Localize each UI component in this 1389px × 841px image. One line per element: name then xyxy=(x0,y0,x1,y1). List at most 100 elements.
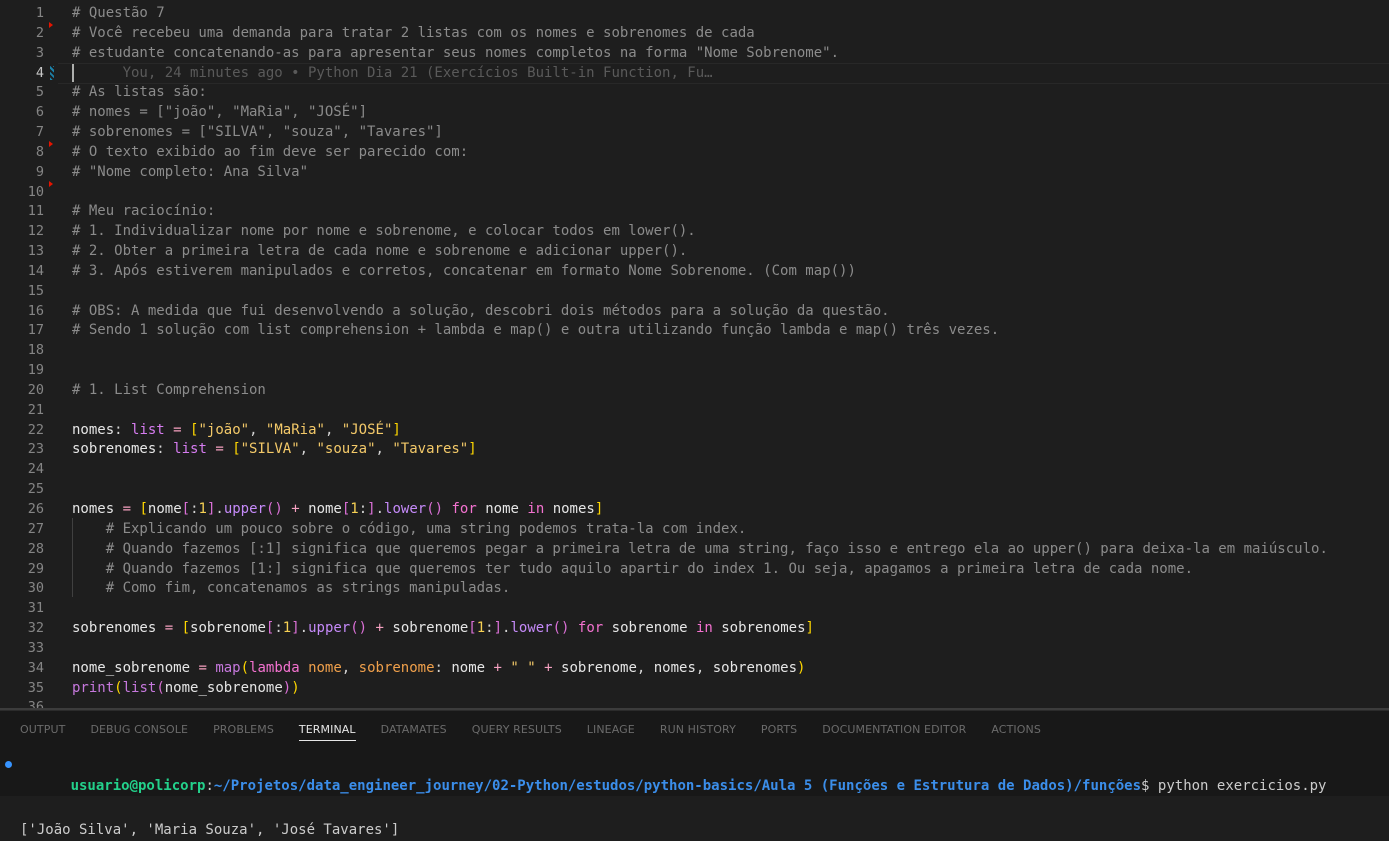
code-line[interactable]: 30 # Como fim, concatenamos as strings m… xyxy=(0,579,1389,599)
code-text[interactable]: # As listas são: xyxy=(72,83,207,103)
code-token: ) xyxy=(282,679,292,696)
code-line[interactable]: 17 # Sendo 1 solução com list comprehensi… xyxy=(0,321,1389,341)
code-text[interactable]: nomes = [nome[:1].upper() + nome[1:].low… xyxy=(72,500,603,520)
code-line[interactable]: 15 xyxy=(0,282,1389,302)
line-number: 8 xyxy=(35,143,44,160)
tab-actions[interactable]: ACTIONS xyxy=(991,723,1041,741)
code-token: sobrenomes xyxy=(72,620,157,637)
code-line[interactable]: 8 # O texto exibido ao fim deve ser parec… xyxy=(0,143,1389,163)
code-text[interactable]: # 2. Obter a primeira letra de cada nome… xyxy=(72,242,687,262)
code-line[interactable]: 20 # 1. List Comprehension xyxy=(0,381,1389,401)
code-line[interactable]: 6 # nomes = ["joão", "MaRia", "JOSÉ"] xyxy=(0,103,1389,123)
code-line[interactable]: 24 xyxy=(0,460,1389,480)
code-text[interactable]: # sobrenomes = ["SILVA", "souza", "Tavar… xyxy=(72,123,443,143)
tab-output[interactable]: OUTPUT xyxy=(20,723,65,741)
code-line[interactable]: 3 # estudante concatenando-as para aprese… xyxy=(0,44,1389,64)
code-token: "joão" xyxy=(198,421,250,438)
line-number: 11 xyxy=(27,203,44,220)
code-token: sobrenome xyxy=(358,659,435,676)
code-line[interactable]: 33 xyxy=(0,639,1389,659)
code-text[interactable]: # nomes = ["joão", "MaRia", "JOSÉ"] xyxy=(72,103,367,123)
tab-debug-console[interactable]: DEBUG CONSOLE xyxy=(90,723,188,741)
code-token: "Tavares" xyxy=(392,441,469,458)
code-line[interactable]: 14 # 3. Após estiverem manipulados e corr… xyxy=(0,262,1389,282)
code-token: # "Nome completo: Ana Silva" xyxy=(72,163,309,180)
tab-run-history[interactable]: RUN HISTORY xyxy=(660,723,736,741)
command-status-dot-icon[interactable] xyxy=(5,761,12,768)
code-text[interactable]: nome_sobrenome = map(lambda nome, sobren… xyxy=(72,659,805,679)
code-token: , xyxy=(249,421,266,438)
code-line[interactable]: 19 xyxy=(0,361,1389,381)
code-text[interactable]: # Quando fazemos [:1] significa que quer… xyxy=(72,540,1328,560)
code-text[interactable]: nomes: list = ["joão", "MaRia", "JOSÉ"] xyxy=(72,421,401,441)
code-text[interactable]: # 3. Após estiverem manipulados e corret… xyxy=(72,262,856,282)
code-text[interactable]: # OBS: A medida que fui desenvolvendo a … xyxy=(72,302,890,322)
line-number: 13 xyxy=(27,243,44,260)
code-text[interactable]: You, 24 minutes ago • Python Dia 21 (Exe… xyxy=(72,64,713,84)
code-line[interactable]: 23 sobrenomes: list = ["SILVA", "souza", … xyxy=(0,440,1389,460)
code-line[interactable]: 16 # OBS: A medida que fui desenvolvendo … xyxy=(0,302,1389,322)
code-text[interactable]: # Como fim, concatenamos as strings mani… xyxy=(72,579,511,599)
code-text[interactable]: # "Nome completo: Ana Silva" xyxy=(72,163,308,183)
terminal[interactable]: usuario@policorp:~/Projetos/data_enginee… xyxy=(0,753,1389,841)
code-line[interactable]: 35 print(list(nome_sobrenome)) xyxy=(0,679,1389,699)
code-text[interactable]: print(list(nome_sobrenome)) xyxy=(72,679,300,699)
tab-ports[interactable]: PORTS xyxy=(761,723,797,741)
code-line[interactable]: 7 # sobrenomes = ["SILVA", "souza", "Tava… xyxy=(0,123,1389,143)
code-line[interactable]: 31 xyxy=(0,599,1389,619)
code-line[interactable]: 5 # As listas são: xyxy=(0,83,1389,103)
code-line[interactable]: 18 xyxy=(0,341,1389,361)
code-line[interactable]: 27 # Explicando um pouco sobre o código,… xyxy=(0,520,1389,540)
code-text[interactable]: # Quando fazemos [1:] significa que quer… xyxy=(72,560,1193,580)
code-line[interactable]: 2 # Você recebeu uma demanda para tratar … xyxy=(0,24,1389,44)
code-token: # 2. Obter a primeira letra de cada nome… xyxy=(72,243,688,260)
code-text[interactable]: # 1. List Comprehension xyxy=(72,381,266,401)
code-text[interactable]: # Sendo 1 solução com list comprehension… xyxy=(72,321,999,341)
code-token: ( xyxy=(240,659,250,676)
code-text[interactable]: # 1. Individualizar nome por nome e sobr… xyxy=(72,222,696,242)
code-token: "MaRia" xyxy=(265,421,325,438)
tab-datamates[interactable]: DATAMATES xyxy=(381,723,447,741)
tab-terminal[interactable]: TERMINAL xyxy=(298,723,356,741)
code-text[interactable]: # Questão 7 xyxy=(72,4,165,24)
line-number: 4 xyxy=(35,64,44,81)
code-line[interactable]: 12 # 1. Individualizar nome por nome e so… xyxy=(0,222,1389,242)
code-editor[interactable]: 1 # Questão 7 2 # Você recebeu uma demanda … xyxy=(0,0,1389,708)
code-line[interactable]: 11 # Meu raciocínio: xyxy=(0,202,1389,222)
code-line[interactable]: 34 nome_sobrenome = map(lambda nome, sobr… xyxy=(0,659,1389,679)
code-line[interactable]: 29 # Quando fazemos [1:] significa que q… xyxy=(0,560,1389,580)
terminal-user-host: usuario@policorp xyxy=(70,778,206,794)
code-text[interactable]: sobrenomes = [sobrenome[:1].upper() + so… xyxy=(72,619,814,639)
code-line[interactable]: 36 xyxy=(0,698,1389,708)
code-token: for xyxy=(577,620,604,637)
code-token: # Explicando um pouco sobre o código, um… xyxy=(72,520,747,537)
code-line[interactable]: 25 xyxy=(0,480,1389,500)
code-text[interactable]: # Você recebeu uma demanda para tratar 2… xyxy=(72,24,755,44)
code-line[interactable]: 4 You, 24 minutes ago • Python Dia 21 (E… xyxy=(0,64,1389,84)
tab-query-results[interactable]: QUERY RESULTS xyxy=(472,723,562,741)
code-text[interactable]: # estudante concatenando-as para apresen… xyxy=(72,44,839,64)
line-number: 12 xyxy=(27,223,44,240)
code-line[interactable]: 22 nomes: list = ["joão", "MaRia", "JOSÉ"… xyxy=(0,421,1389,441)
tab-documentation-editor[interactable]: DOCUMENTATION EDITOR xyxy=(822,723,966,741)
code-text[interactable]: # Meu raciocínio: xyxy=(72,202,215,222)
code-line[interactable]: 32 sobrenomes = [sobrenome[:1].upper() + … xyxy=(0,619,1389,639)
code-text[interactable]: sobrenomes: list = ["SILVA", "souza", "T… xyxy=(72,440,477,460)
code-line[interactable]: 9 # "Nome completo: Ana Silva" xyxy=(0,163,1389,183)
code-line[interactable]: 13 # 2. Obter a primeira letra de cada no… xyxy=(0,242,1389,262)
code-token: + xyxy=(493,659,502,676)
code-line[interactable]: 28 # Quando fazemos [:1] significa que q… xyxy=(0,540,1389,560)
code-line[interactable]: 10 xyxy=(0,183,1389,203)
tab-problems[interactable]: PROBLEMS xyxy=(213,723,274,741)
code-text[interactable]: # Explicando um pouco sobre o código, um… xyxy=(72,520,747,540)
code-line[interactable]: 1 # Questão 7 xyxy=(0,4,1389,24)
code-token: in xyxy=(527,501,545,517)
tab-lineage[interactable]: LINEAGE xyxy=(587,723,635,741)
code-text[interactable]: # O texto exibido ao fim deve ser pareci… xyxy=(72,143,468,163)
code-token: , xyxy=(375,441,393,458)
code-line[interactable]: 26 nomes = [nome[:1].upper() + nome[1:].l… xyxy=(0,500,1389,520)
code-line[interactable]: 21 xyxy=(0,401,1389,421)
